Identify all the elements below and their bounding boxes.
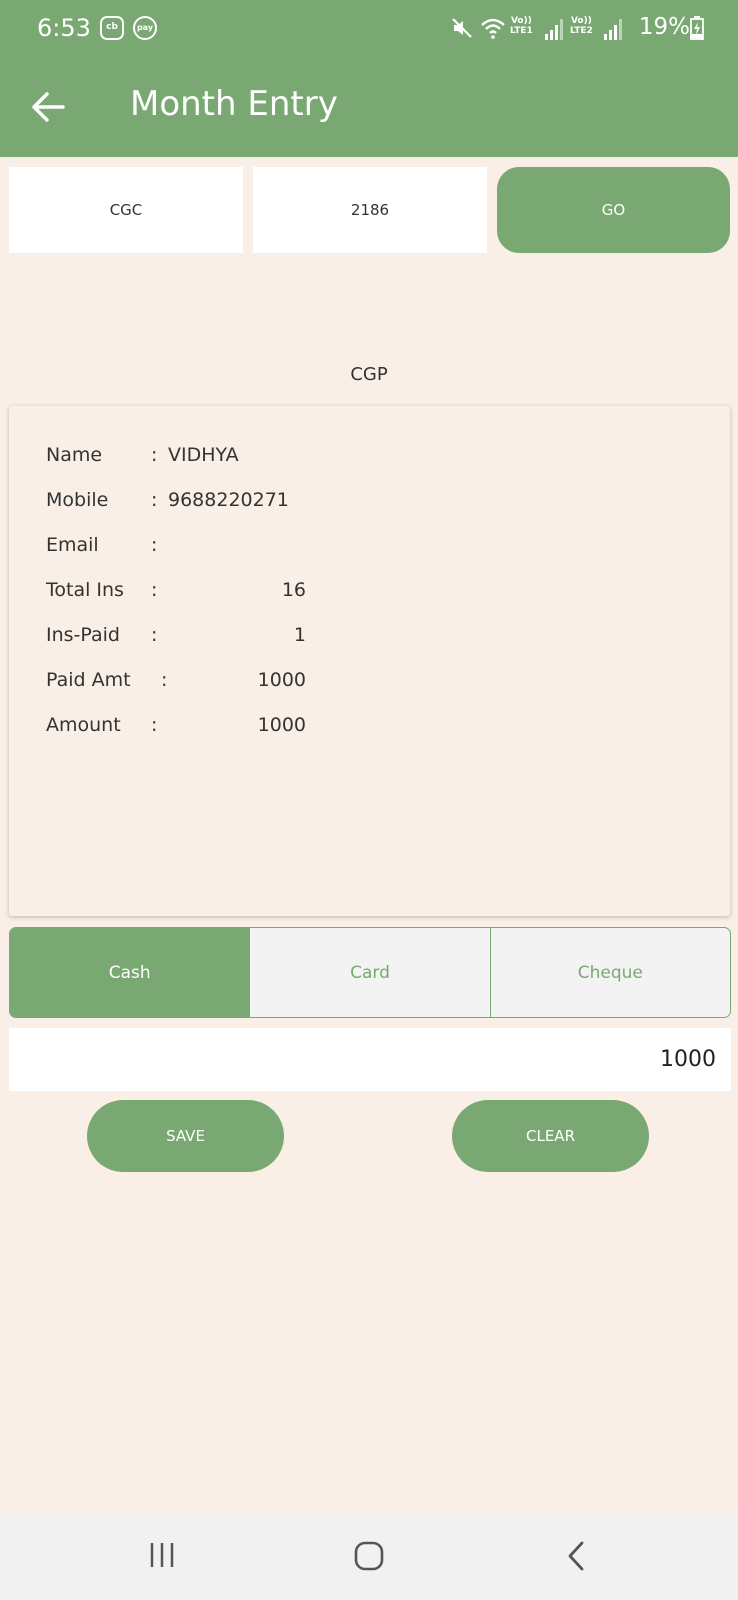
go-button[interactable]: GO xyxy=(497,167,730,253)
home-icon[interactable] xyxy=(353,1540,385,1572)
status-time: 6:53 xyxy=(37,14,91,42)
detail-colon: : xyxy=(151,714,158,736)
detail-value: 1000 xyxy=(257,714,306,736)
detail-label: Name xyxy=(46,444,103,466)
detail-label: Mobile xyxy=(46,489,109,511)
tab-card[interactable]: Card xyxy=(249,928,489,1017)
battery-percent: 19% xyxy=(638,14,690,40)
back-nav-icon[interactable] xyxy=(566,1540,586,1572)
clear-button[interactable]: CLEAR xyxy=(452,1100,649,1172)
signal-1-icon xyxy=(545,19,563,40)
detail-value: 16 xyxy=(281,579,306,601)
wifi-icon xyxy=(481,18,505,39)
sim2-lte-label: LTE2 xyxy=(570,26,593,36)
detail-label: Total Ins xyxy=(46,579,124,601)
app-bar: Month Entry xyxy=(0,58,738,157)
detail-value: 1 xyxy=(293,624,306,646)
group-code-field[interactable]: CGC xyxy=(9,167,243,253)
pay-app-icon: pay xyxy=(133,16,157,40)
detail-colon: : xyxy=(151,489,158,511)
mute-icon xyxy=(452,18,472,38)
detail-colon: : xyxy=(151,444,158,466)
navigation-bar xyxy=(0,1513,738,1600)
cb-app-icon: cb xyxy=(100,16,124,40)
member-details-card: Name : VIDHYA Mobile : 9688220271 Email … xyxy=(9,406,730,916)
detail-value: 1000 xyxy=(257,669,306,691)
detail-label: Email xyxy=(46,534,99,556)
page-title: Month Entry xyxy=(130,84,338,124)
sim2-volte-label: Vo)) xyxy=(570,16,592,26)
section-title: CGP xyxy=(350,364,388,385)
tab-cheque[interactable]: Cheque xyxy=(489,928,730,1017)
detail-value: VIDHYA xyxy=(168,444,239,466)
status-bar: 6:53 cb pay Vo)) LTE1 Vo)) LTE2 19% xyxy=(0,0,738,58)
detail-colon: : xyxy=(151,579,158,601)
detail-value: 9688220271 xyxy=(168,489,289,511)
amount-input[interactable]: 1000 xyxy=(9,1028,731,1091)
tab-cash[interactable]: Cash xyxy=(10,928,250,1017)
detail-colon: : xyxy=(151,624,158,646)
battery-charging-icon xyxy=(690,16,704,40)
save-button[interactable]: SAVE xyxy=(87,1100,284,1172)
detail-label: Paid Amt xyxy=(46,669,131,691)
sim1-volte-label: Vo)) xyxy=(510,16,532,26)
signal-2-icon xyxy=(604,19,622,40)
detail-label: Amount xyxy=(46,714,121,736)
back-arrow-icon[interactable] xyxy=(30,88,68,126)
detail-colon: : xyxy=(151,534,158,556)
sim1-lte-label: LTE1 xyxy=(510,26,533,36)
detail-colon: : xyxy=(161,669,168,691)
detail-label: Ins-Paid xyxy=(46,624,120,646)
screen: 6:53 cb pay Vo)) LTE1 Vo)) LTE2 19% Mont… xyxy=(0,0,738,1600)
ticket-number-field[interactable]: 2186 xyxy=(253,167,487,253)
recent-apps-icon[interactable] xyxy=(148,1540,178,1570)
payment-mode-tabs: Cash Card Cheque xyxy=(9,927,731,1018)
